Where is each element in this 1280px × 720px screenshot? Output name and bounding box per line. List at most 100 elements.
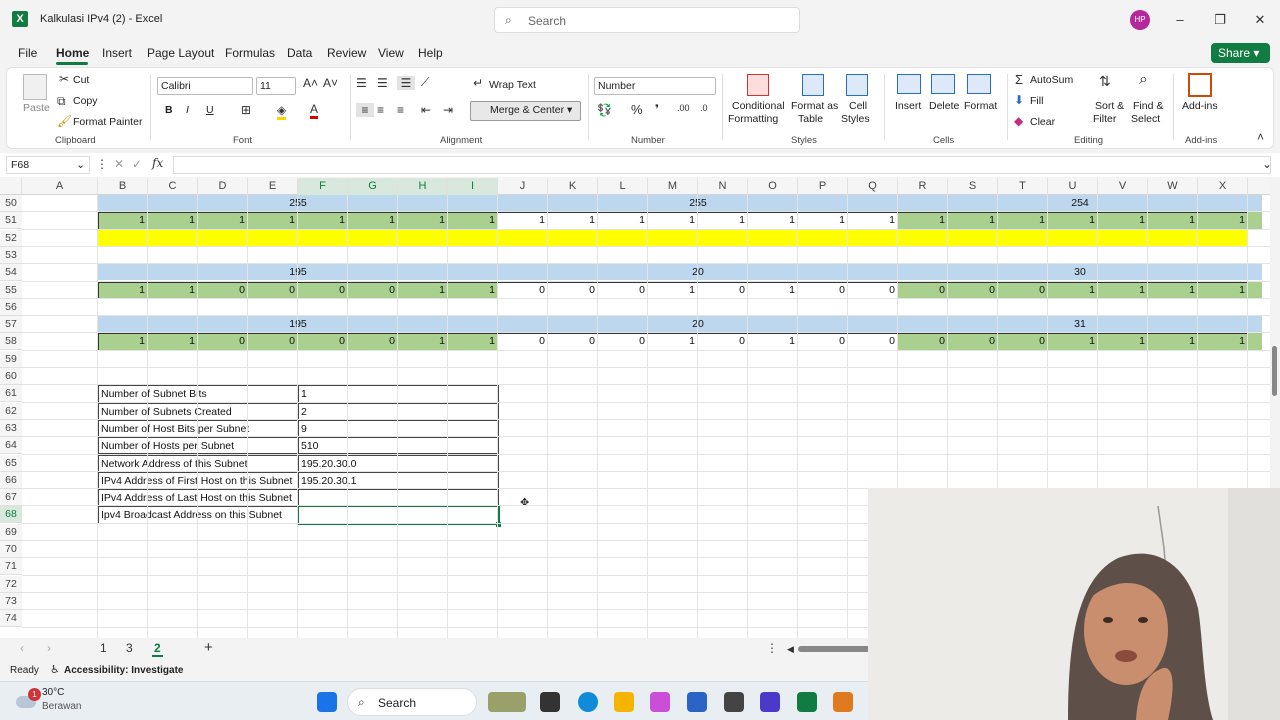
- row-header-59[interactable]: 59: [0, 350, 22, 368]
- conditional-formatting-icon[interactable]: [747, 74, 769, 96]
- insert-function-icon[interactable]: fx: [152, 156, 163, 170]
- row-header-52[interactable]: 52: [0, 229, 22, 247]
- row-header-53[interactable]: 53: [0, 246, 22, 264]
- clear-button[interactable]: Clear: [1030, 116, 1055, 128]
- paste-icon[interactable]: [23, 74, 47, 100]
- column-header-q[interactable]: Q: [848, 178, 898, 195]
- scroll-left-icon[interactable]: ◀: [787, 644, 794, 655]
- sort-filter-button[interactable]: Sort &: [1095, 100, 1124, 112]
- vertical-scroll-thumb[interactable]: [1272, 346, 1277, 396]
- task-view-icon[interactable]: [540, 692, 560, 712]
- row-header-54[interactable]: 54: [0, 264, 22, 282]
- tab-file[interactable]: File: [18, 46, 37, 60]
- tab-page-layout[interactable]: Page Layout: [147, 46, 214, 60]
- font-size-select[interactable]: 11: [256, 77, 296, 95]
- share-button[interactable]: Share ▾: [1211, 43, 1270, 63]
- decrease-decimal-icon[interactable]: .0: [700, 103, 708, 113]
- search-input[interactable]: ⌕ Search: [494, 7, 800, 33]
- paste-button[interactable]: Paste: [23, 102, 50, 114]
- cell-styles-icon[interactable]: [846, 74, 868, 96]
- column-header-r[interactable]: R: [898, 178, 948, 195]
- copy-button[interactable]: Copy: [73, 95, 98, 107]
- copilot-icon[interactable]: [650, 692, 670, 712]
- format-cells-icon[interactable]: [967, 74, 991, 94]
- horizontal-scroll-thumb[interactable]: [798, 646, 870, 652]
- row-header-56[interactable]: 56: [0, 298, 22, 316]
- close-icon[interactable]: ✕: [1250, 10, 1270, 30]
- select-all-corner[interactable]: [0, 178, 22, 195]
- column-header-e[interactable]: E: [248, 178, 298, 195]
- underline-button[interactable]: U: [206, 104, 214, 116]
- column-header-m[interactable]: M: [648, 178, 698, 195]
- next-sheet-icon[interactable]: ›: [47, 641, 51, 655]
- row-header-65[interactable]: 65: [0, 454, 22, 472]
- find-select-button[interactable]: Find &: [1133, 100, 1163, 112]
- column-header-n[interactable]: N: [698, 178, 748, 195]
- autosum-icon[interactable]: Σ: [1015, 72, 1023, 87]
- align-top-icon[interactable]: ☰: [356, 76, 367, 90]
- info-table-value[interactable]: 1: [298, 385, 499, 403]
- add-sheet-icon[interactable]: +: [204, 639, 213, 656]
- formula-input[interactable]: [173, 156, 1271, 174]
- widget-icon[interactable]: [488, 692, 526, 712]
- column-header-a[interactable]: A: [22, 178, 98, 195]
- column-header-w[interactable]: W: [1148, 178, 1198, 195]
- column-header-u[interactable]: U: [1048, 178, 1098, 195]
- enter-icon[interactable]: ✓: [132, 157, 142, 171]
- row-header-60[interactable]: 60: [0, 368, 22, 385]
- row-header-64[interactable]: 64: [0, 437, 22, 455]
- column-header-b[interactable]: B: [98, 178, 148, 195]
- more-icon[interactable]: ⋮: [96, 157, 108, 171]
- format-cells-button[interactable]: Format: [964, 100, 997, 112]
- bold-button[interactable]: B: [165, 104, 173, 116]
- info-table-value[interactable]: 2: [298, 402, 499, 420]
- format-as-table-button[interactable]: Format as: [791, 100, 838, 112]
- comma-style-icon[interactable]: ❜: [655, 102, 659, 116]
- row-header-68[interactable]: 68: [0, 506, 22, 524]
- app-icon-3[interactable]: [833, 692, 853, 712]
- row-header-50[interactable]: 50: [0, 195, 22, 212]
- number-format-select[interactable]: Number: [594, 77, 716, 95]
- accessibility-status[interactable]: Accessibility: Investigate: [64, 665, 184, 676]
- name-box[interactable]: F68 ⌄: [6, 156, 90, 174]
- info-table-value[interactable]: 510: [298, 437, 499, 455]
- file-explorer-icon[interactable]: [614, 692, 634, 712]
- column-header-t[interactable]: T: [998, 178, 1048, 195]
- taskbar-search-input[interactable]: ⌕ Search: [347, 688, 477, 716]
- info-table-value[interactable]: 195.20.30.1: [298, 471, 499, 490]
- tab-help[interactable]: Help: [418, 46, 443, 60]
- italic-button[interactable]: I: [186, 104, 189, 116]
- row-header-69[interactable]: 69: [0, 523, 22, 541]
- row-header-66[interactable]: 66: [0, 471, 22, 489]
- minimize-icon[interactable]: –: [1170, 10, 1190, 30]
- format-painter-button[interactable]: Format Painter: [73, 116, 142, 128]
- row-header-71[interactable]: 71: [0, 558, 22, 576]
- tab-data[interactable]: Data: [287, 46, 312, 60]
- app-icon-2[interactable]: [760, 692, 780, 712]
- tab-view[interactable]: View: [378, 46, 404, 60]
- align-middle-icon[interactable]: ☰: [377, 76, 388, 90]
- sort-filter-icon[interactable]: ⇅: [1099, 73, 1111, 90]
- column-header-l[interactable]: L: [598, 178, 648, 195]
- column-header-d[interactable]: D: [198, 178, 248, 195]
- row-header-73[interactable]: 73: [0, 592, 22, 610]
- row-header-61[interactable]: 61: [0, 385, 22, 403]
- decrease-indent-icon[interactable]: ⇤: [421, 103, 431, 117]
- autosum-button[interactable]: AutoSum: [1030, 74, 1073, 86]
- row-header-58[interactable]: 58: [0, 333, 22, 351]
- orientation-icon[interactable]: ⟋: [421, 75, 429, 90]
- shrink-font-icon[interactable]: A˅: [323, 76, 338, 90]
- row-header-67[interactable]: 67: [0, 489, 22, 507]
- column-header-o[interactable]: O: [748, 178, 798, 195]
- row-header-70[interactable]: 70: [0, 541, 22, 558]
- column-header-p[interactable]: P: [798, 178, 848, 195]
- sheet-tab-1[interactable]: 1: [100, 641, 107, 655]
- excel-taskbar-icon[interactable]: [797, 692, 817, 712]
- tab-home[interactable]: Home: [56, 46, 89, 60]
- restore-icon[interactable]: ❐: [1210, 10, 1230, 30]
- font-name-select[interactable]: Calibri: [157, 77, 253, 95]
- sheet-tab-2[interactable]: 2: [152, 641, 163, 657]
- delete-cells-icon[interactable]: [931, 74, 955, 94]
- format-painter-icon[interactable]: 🖌: [57, 114, 72, 128]
- column-header-h[interactable]: H: [398, 178, 448, 195]
